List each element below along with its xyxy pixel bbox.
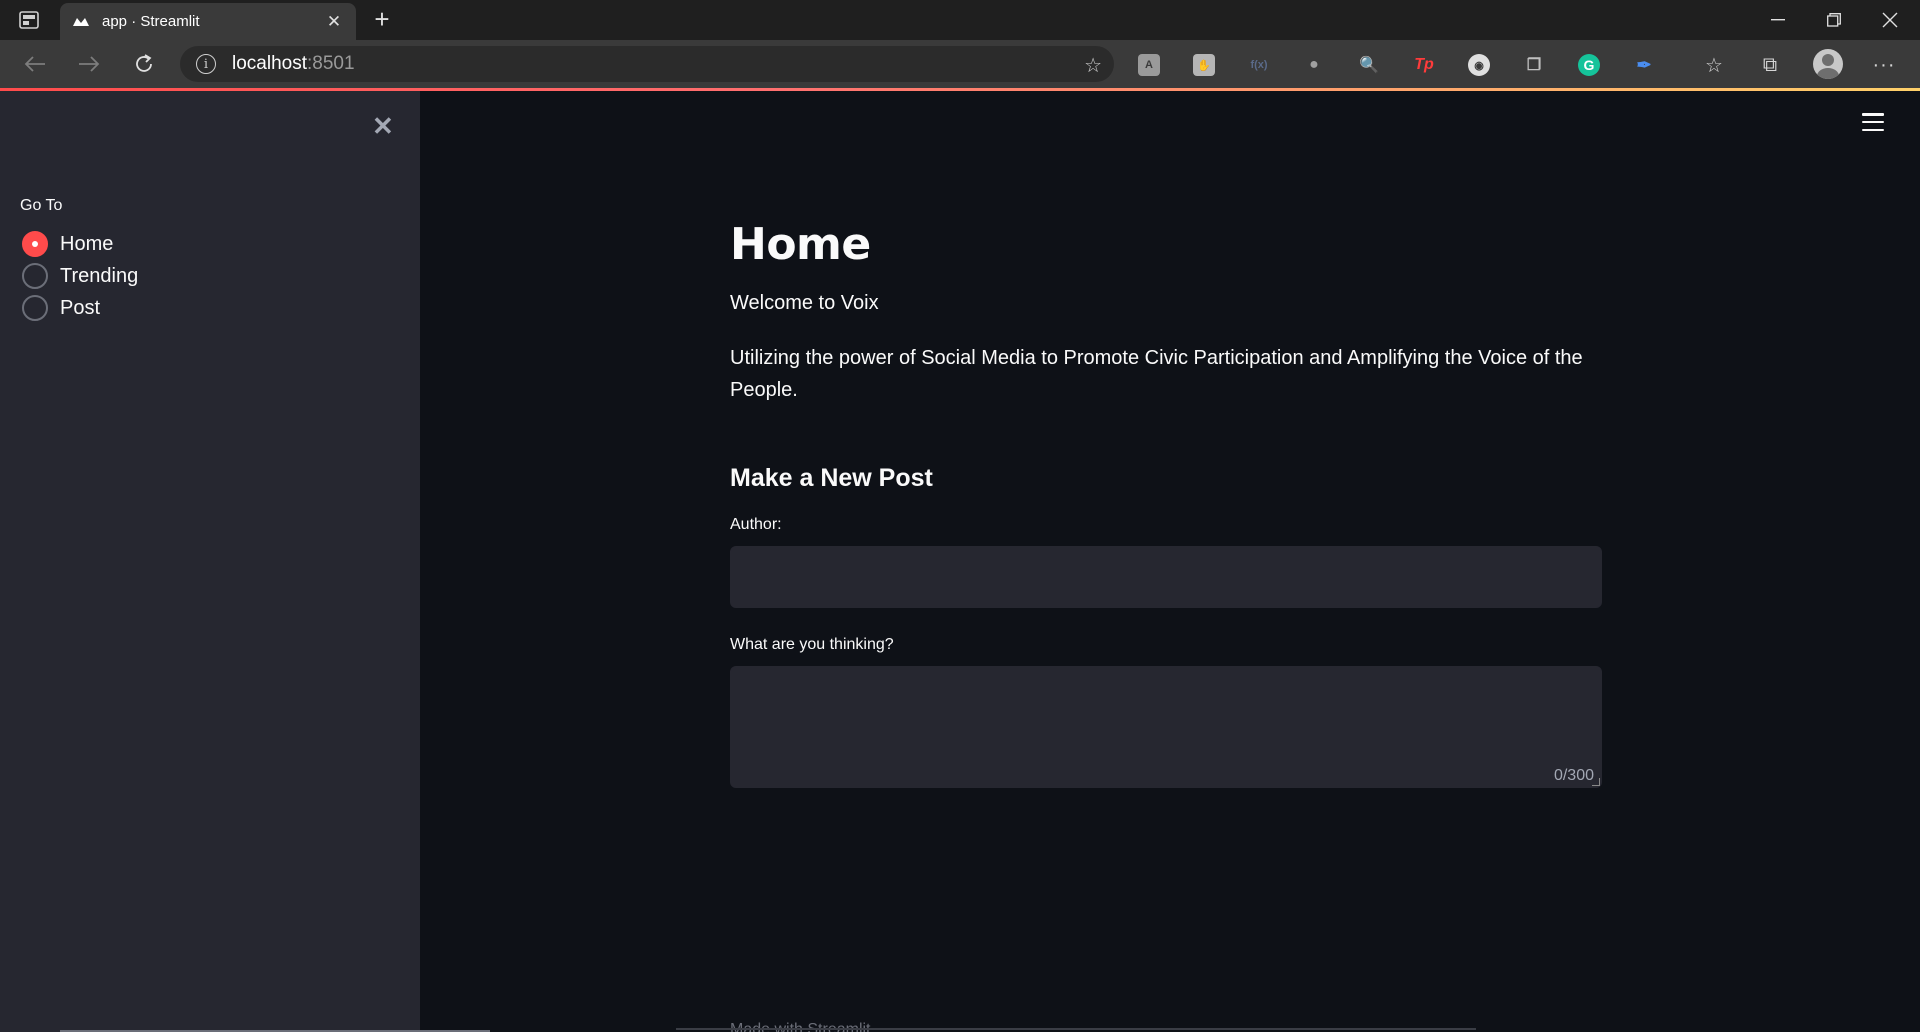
extension-drop-icon[interactable]: ● [1303,54,1325,76]
new-post-subheader: Make a New Post [730,464,933,492]
add-favorite-icon[interactable]: ☆ [1084,53,1102,78]
post-textarea[interactable] [730,666,1602,788]
char-counter: 0/300 [1553,767,1594,784]
extension-grab-icon[interactable]: ✋ [1193,54,1215,76]
main-menu-icon[interactable] [1862,113,1884,131]
resize-handle-icon[interactable] [1592,778,1600,786]
author-input[interactable] [730,546,1602,608]
extension-fx-icon[interactable]: f(x) [1248,54,1270,76]
radio-option-label: Post [60,296,101,319]
browser-tabbar: app · Streamlit ✕ + [0,0,1920,40]
profile-avatar[interactable] [1813,49,1843,79]
author-label: Author: [730,516,782,533]
radio-selected-icon[interactable] [22,231,48,257]
thinking-label: What are you thinking? [730,636,894,653]
sidebar: ✕ Go To Home Trending Post [0,91,490,1032]
tab-actions-icon[interactable] [14,8,44,32]
restore-icon[interactable] [1806,0,1862,40]
radio-unselected-icon[interactable] [22,295,48,321]
streamlit-favicon-icon [72,15,90,29]
radio-option-label: Trending [60,264,139,287]
close-window-icon[interactable] [1862,0,1918,40]
extension-copy-icon[interactable]: ❐ [1523,54,1545,76]
reload-icon[interactable] [127,48,161,80]
main-scrollbar[interactable] [676,1028,1476,1030]
favorites-icon[interactable]: ☆ [1701,52,1727,78]
minimize-icon[interactable] [1750,0,1806,40]
browser-toolbar: i localhost:8501 ☆ A ✋ f(x) ● 🔍 Tp ◉ ❐ G… [0,40,1920,88]
browser-tab[interactable]: app · Streamlit ✕ [60,3,356,40]
close-sidebar-icon[interactable]: ✕ [372,111,394,142]
tagline-text: Utilizing the power of Social Media to P… [730,347,1583,401]
collections-icon[interactable]: ⧉ [1757,52,1783,78]
radio-option-post[interactable]: Post [22,294,100,322]
site-info-icon[interactable]: i [196,54,216,74]
radio-group-label: Go To [20,197,63,214]
radio-unselected-icon[interactable] [22,263,48,289]
url-bar[interactable]: i localhost:8501 ☆ [180,46,1114,82]
footer-text[interactable]: Made with Streamlit [730,1021,871,1032]
radio-option-home[interactable]: Home [22,230,113,258]
close-tab-icon[interactable]: ✕ [324,12,344,32]
grammarly-icon[interactable]: G [1578,54,1600,76]
radio-option-trending[interactable]: Trending [22,262,138,290]
extension-tp-icon[interactable]: Tp [1413,54,1435,76]
more-options-icon[interactable]: ··· [1871,52,1897,78]
extension-record-icon[interactable]: ◉ [1468,54,1490,76]
url-port: :8501 [307,53,355,74]
welcome-text: Welcome to Voix [730,292,879,314]
extension-search-icon[interactable]: 🔍 [1358,54,1380,76]
radio-option-label: Home [60,232,114,255]
url-host: localhost [232,53,307,74]
back-icon[interactable] [18,48,52,80]
page-title: Home [730,219,871,270]
tab-title: app · Streamlit [102,13,200,30]
forward-icon[interactable] [72,48,106,80]
extension-feather-icon[interactable]: ✒ [1633,54,1655,76]
new-tab-button[interactable]: + [368,6,396,34]
extension-translate-icon[interactable]: A [1138,54,1160,76]
